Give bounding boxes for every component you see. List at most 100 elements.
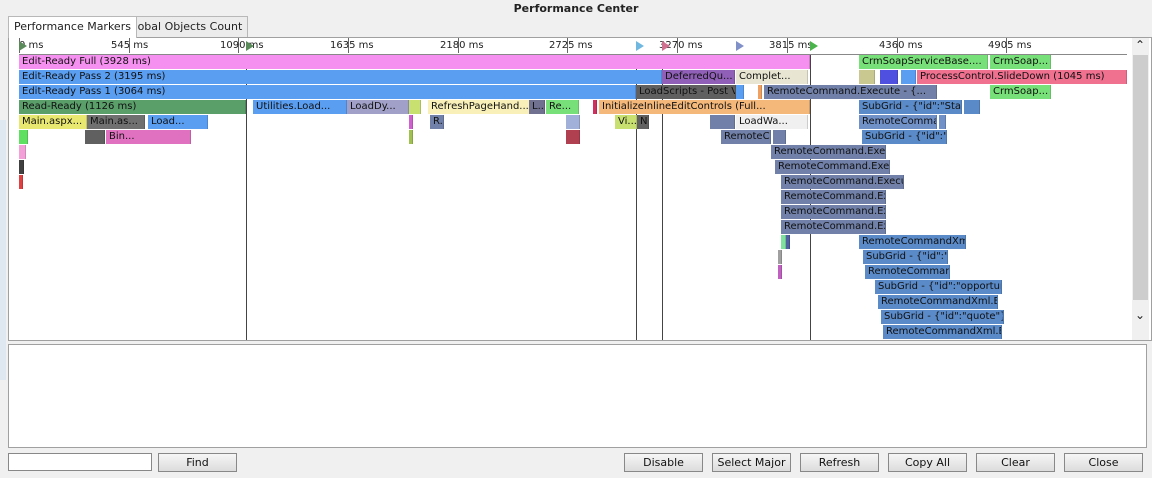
timeline-bar[interactable]: SubGrid - {"id":"C... <box>863 250 948 264</box>
timeline-bar[interactable]: SubGrid - {"id":"Stakehold... <box>859 100 962 114</box>
timeline-bar[interactable] <box>773 130 786 144</box>
bottom-toolbar: Find Disable Select Major Refresh Copy A… <box>0 452 1152 474</box>
timeline-bar[interactable]: RemoteCommandXml... <box>865 265 950 279</box>
timeline-bar[interactable] <box>710 115 735 129</box>
timeline-bar[interactable] <box>19 130 28 144</box>
milestone-marker-icon[interactable] <box>19 41 27 51</box>
timeline-panel: 0 ms 545 ms 1090 ms 1635 ms 2180 ms 2725 ms 32… <box>8 37 1152 341</box>
timeline-bar[interactable] <box>758 85 762 99</box>
milestone-marker-icon[interactable] <box>810 41 818 51</box>
timeline-bar[interactable] <box>736 85 744 99</box>
timeline-bar[interactable]: Bin... <box>106 130 191 144</box>
ruler-tick-label: 2725 ms <box>549 40 593 51</box>
timeline-bar[interactable] <box>566 115 580 129</box>
timeline-bar[interactable] <box>778 265 782 279</box>
timeline-bar[interactable]: RemoteCommand.Execute - {... <box>764 85 937 99</box>
timeline-bar[interactable] <box>409 115 413 129</box>
select-major-button[interactable]: Select Major <box>712 453 791 472</box>
timeline-bar[interactable]: DeferredQu... <box>662 70 735 84</box>
timeline-bar[interactable] <box>901 70 916 84</box>
timeline-bar[interactable]: ProcessControl.SlideDown (1045 ms) <box>917 70 1127 84</box>
timeline-bar[interactable] <box>880 70 898 84</box>
performance-center-window: Performance Center Performance Markers G… <box>0 0 1152 478</box>
timeline-bar[interactable]: Utilities.Load... <box>253 100 347 114</box>
timeline-bar[interactable] <box>566 130 580 144</box>
scroll-up-icon[interactable]: ⌃ <box>1135 38 1145 52</box>
timeline-bar[interactable]: L... <box>529 100 545 114</box>
timeline-bar[interactable]: RemoteCommand.Execute - {"IsA... <box>781 175 904 189</box>
timeline-bar[interactable]: Edit-Ready Full (3928 ms) <box>19 55 810 69</box>
timeline-bar[interactable]: N... <box>637 115 649 129</box>
refresh-button[interactable]: Refresh <box>800 453 879 472</box>
timeline-bar[interactable] <box>939 115 946 129</box>
timeline-bar[interactable]: Main.aspx... <box>19 115 87 129</box>
disable-button[interactable]: Disable <box>624 453 703 472</box>
ruler-tick-label: 1090 ms <box>220 40 264 51</box>
timeline-bar[interactable] <box>19 175 23 189</box>
timeline-bar[interactable]: SubGrid - {"id":"Pursuit_Te... <box>862 130 947 144</box>
tab-performance-markers[interactable]: Performance Markers <box>8 16 137 38</box>
timeline-bar[interactable] <box>85 130 105 144</box>
timeline-bar[interactable]: RemoteCommand.Execute ... <box>781 190 886 204</box>
details-pane <box>8 344 1147 448</box>
scrollbar-thumb[interactable] <box>1133 55 1148 300</box>
timeline-bar[interactable]: Load... <box>148 115 208 129</box>
timeline-bar[interactable]: Vi... <box>615 115 637 129</box>
ruler-tick-label: 545 ms <box>111 40 149 51</box>
timeline-bar[interactable]: SubGrid - {"id":"opportuni... <box>875 280 1002 294</box>
timeline-bar[interactable]: InitializeInlineEditControls (Full... <box>599 100 810 114</box>
find-button[interactable]: Find <box>158 453 237 472</box>
milestone-marker-icon[interactable] <box>736 41 744 51</box>
ruler-tick-label: 2180 ms <box>440 40 484 51</box>
timeline-bar[interactable]: RemoteCommandXml.Execut... <box>878 295 998 309</box>
scroll-down-icon[interactable]: ⌄ <box>1135 308 1145 322</box>
timeline-bar[interactable]: RemoteCommand.Execute ... <box>781 205 886 219</box>
timeline-bar[interactable]: CrmSoap... <box>990 85 1051 99</box>
timeline-bar[interactable] <box>964 100 980 114</box>
time-ruler: 0 ms 545 ms 1090 ms 1635 ms 2180 ms 2725 ms 32… <box>19 38 1127 55</box>
timeline-bar[interactable] <box>19 145 26 159</box>
timeline-bar[interactable] <box>778 250 782 264</box>
timeline-bar[interactable]: Edit-Ready Pass 2 (3195 ms) <box>19 70 662 84</box>
timeline-bar[interactable] <box>859 70 875 84</box>
timeline-bar[interactable]: Complet... <box>736 70 808 84</box>
timeline-bar[interactable]: Re... <box>546 100 579 114</box>
timeline-bar[interactable]: RemoteCommandXml.Exec... <box>859 115 937 129</box>
timeline-bar[interactable]: RemoteCommand.Execute... <box>781 220 886 234</box>
timeline-bar[interactable] <box>19 160 24 174</box>
copy-all-button[interactable]: Copy All <box>888 453 967 472</box>
milestone-marker-icon[interactable] <box>246 41 254 51</box>
clear-button[interactable]: Clear <box>976 453 1055 472</box>
timeline-bar[interactable]: R... <box>430 115 444 129</box>
timeline-bar[interactable]: SubGrid - {"id":"quote"} ... <box>881 310 1004 324</box>
timeline-bar[interactable]: Edit-Ready Pass 1 (3064 ms) <box>19 85 636 99</box>
timeline-bar[interactable] <box>786 235 790 249</box>
milestone-marker-icon[interactable] <box>662 41 670 51</box>
timeline-bar[interactable]: CrmSoap... <box>990 55 1051 69</box>
timeline-bar[interactable]: CrmSoapServiceBase.... <box>859 55 988 69</box>
ruler-tick-label: 4360 ms <box>879 40 923 51</box>
timeline-bar[interactable]: RemoteC... <box>721 130 771 144</box>
timeline-bar[interactable]: RemoteCommandXml.Execut... <box>859 235 966 249</box>
timeline-bar[interactable]: RemoteCommandXml.Execute... <box>883 325 1002 339</box>
timeline-bar[interactable]: Read-Ready (1126 ms) <box>19 100 246 114</box>
timeline-bar[interactable] <box>409 100 421 114</box>
find-input[interactable] <box>8 453 152 471</box>
timeline-bar[interactable]: RefreshPageHand... <box>428 100 530 114</box>
timeline-bar[interactable]: RemoteCommand.Execute -... <box>775 160 890 174</box>
background-window-edge <box>0 120 6 380</box>
timeline-bar[interactable]: LoadScripts - Post V... <box>636 85 736 99</box>
ruler-tick-label: 1635 ms <box>330 40 374 51</box>
timeline-bar[interactable]: Main.as... <box>87 115 145 129</box>
milestone-marker-icon[interactable] <box>636 41 644 51</box>
vertical-scrollbar[interactable]: ⌃ ⌄ <box>1132 38 1149 340</box>
timeline-bar[interactable]: LoadWa... <box>736 115 808 129</box>
timeline-bar[interactable]: RemoteCommand.Execute - ... <box>771 145 886 159</box>
timeline-bar[interactable] <box>409 130 413 144</box>
timeline-bar[interactable]: LoadDy... <box>347 100 409 114</box>
tab-global-objects-count[interactable]: Global Objects Count <box>120 16 249 37</box>
close-button[interactable]: Close <box>1064 453 1143 472</box>
ruler-tick-label: 4905 ms <box>988 40 1032 51</box>
ruler-tick-label: 3815 ms <box>769 40 813 51</box>
timeline-bar[interactable] <box>593 100 597 114</box>
